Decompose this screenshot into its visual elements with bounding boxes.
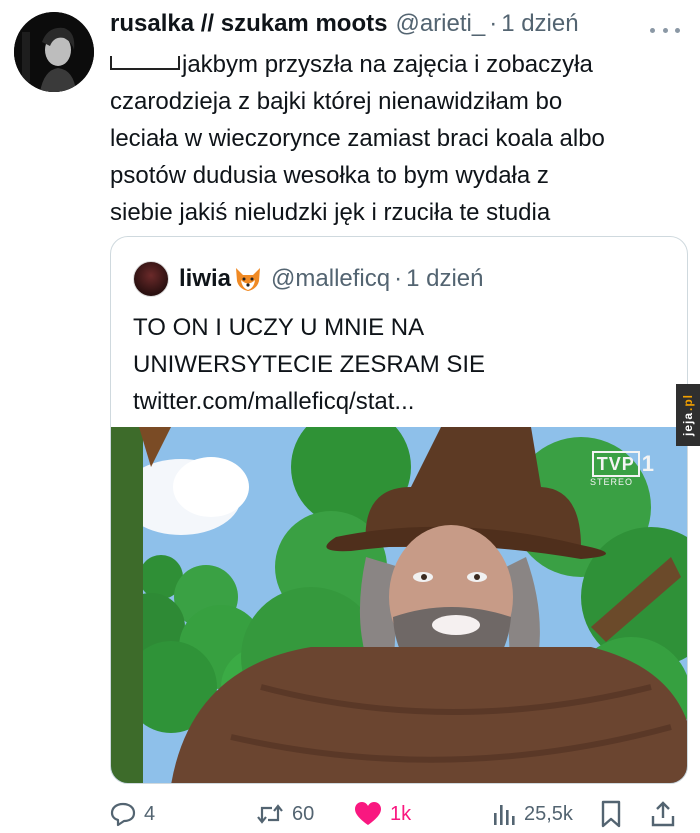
- like-count: 1k: [390, 802, 412, 825]
- quoted-tweet-timestamp[interactable]: 1 dzień: [406, 265, 483, 293]
- fox-emoji-icon: [236, 268, 261, 291]
- author-display-name[interactable]: rusalka // szukam moots: [110, 10, 387, 38]
- reply-count: 4: [144, 802, 156, 825]
- tweet-text-line: siebie jakiś nieludzki jęk i rzuciła te …: [110, 199, 551, 226]
- tweet-timestamp[interactable]: 1 dzień: [501, 10, 578, 38]
- author-avatar-image: [14, 12, 94, 92]
- quoted-tweet-header: liwia @malleficq · 1 dzień: [133, 259, 483, 299]
- views-count: 25,5k: [524, 802, 573, 825]
- header-separator: ·: [489, 10, 498, 37]
- tweet-text-line: leciała w wieczorynce zamiast braci koal…: [110, 125, 605, 152]
- quoted-header-separator: ·: [394, 265, 403, 292]
- tweet-header: rusalka // szukam moots @arieti_ · 1 dzi…: [110, 10, 686, 44]
- redacted-mention: [110, 56, 180, 70]
- reply-icon: [110, 802, 136, 827]
- author-avatar[interactable]: [14, 12, 94, 92]
- tweet-actions: 4 60 1k 25,5k: [110, 796, 680, 832]
- quoted-tweet[interactable]: liwia @malleficq · 1 dzień TO ON I UCZY …: [110, 236, 688, 784]
- tweet: rusalka // szukam moots @arieti_ · 1 dzi…: [0, 0, 700, 833]
- tweet-text-line: psotów dudusia wesołka to bym wydała z: [110, 162, 549, 189]
- retweet-count: 60: [292, 802, 315, 825]
- tweet-text-line: czarodzieja z bajki której nienawidziłam…: [110, 88, 563, 115]
- tvp-channel-logo: TVP 1 STEREO: [590, 451, 655, 487]
- quoted-author-handle[interactable]: @malleficq: [271, 265, 390, 293]
- views-icon: [494, 805, 515, 825]
- site-watermark: jeja .pl: [676, 384, 700, 446]
- quoted-author-avatar[interactable]: [133, 261, 169, 297]
- quoted-link[interactable]: twitter.com/malleficq/stat...: [133, 383, 663, 420]
- tweet-text-line: jakbym przyszła na zajęcia i zobaczyła: [110, 46, 680, 83]
- views-button[interactable]: 25,5k: [492, 796, 573, 832]
- tvp-stereo-label: STEREO: [589, 477, 633, 487]
- tvp-channel-number: 1: [641, 451, 655, 476]
- share-button[interactable]: [650, 796, 676, 832]
- tweet-text: jakbym przyszła na zajęcia i zobaczyła c…: [110, 46, 680, 231]
- reply-button[interactable]: 4: [110, 796, 155, 832]
- retweet-icon: [257, 804, 283, 824]
- bookmark-icon: [601, 800, 621, 828]
- quoted-text-line: UNIWERSYTECIE ZESRAM SIE: [133, 351, 486, 378]
- like-button[interactable]: 1k: [354, 796, 411, 832]
- quoted-tweet-media[interactable]: TVP 1 STEREO: [111, 427, 687, 783]
- more-options-icon[interactable]: [650, 18, 680, 42]
- retweet-button[interactable]: 60: [256, 796, 314, 832]
- quoted-text-line: TO ON I UCZY U MNIE NA: [133, 314, 425, 341]
- quoted-tweet-text: TO ON I UCZY U MNIE NA UNIWERSYTECIE ZES…: [133, 309, 663, 420]
- author-handle[interactable]: @arieti_: [395, 10, 485, 38]
- quoted-author-name[interactable]: liwia: [179, 265, 231, 293]
- heart-icon: [355, 802, 381, 825]
- bookmark-button[interactable]: [600, 796, 622, 832]
- share-icon: [651, 801, 675, 827]
- tvp-logo-text: TVP: [591, 451, 640, 477]
